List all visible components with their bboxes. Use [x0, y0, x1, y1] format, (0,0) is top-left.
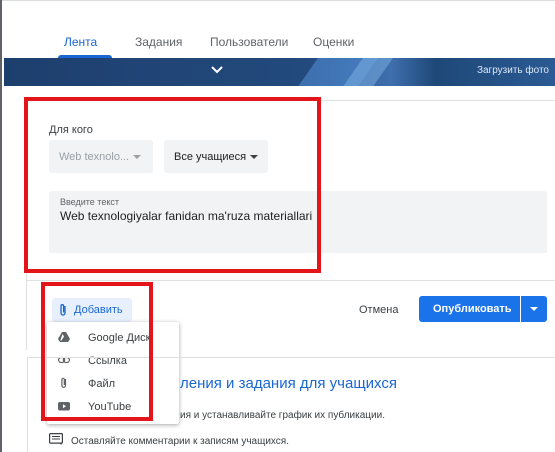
- tab-people[interactable]: Пользователи: [210, 35, 288, 49]
- form-divider: [27, 280, 555, 281]
- highlight-box-form: [24, 97, 321, 273]
- publish-options-button[interactable]: [521, 296, 547, 322]
- welcome-text-2: Оставляйте комментарии к записям учащихс…: [71, 436, 289, 447]
- chevron-down-icon[interactable]: [209, 62, 225, 78]
- welcome-text-1: ия и устанавливайте график их публикации…: [180, 410, 385, 421]
- tab-stream[interactable]: Лента: [64, 35, 97, 49]
- highlight-box-attach: [41, 282, 153, 421]
- chevron-down-icon: [530, 307, 538, 311]
- upload-photo-link[interactable]: Загрузить фото: [477, 65, 549, 76]
- cancel-button[interactable]: Отмена: [359, 304, 398, 316]
- tab-classwork[interactable]: Задания: [135, 35, 182, 49]
- publish-button-label: Опубликовать: [433, 303, 512, 315]
- top-navigation: Лента Задания Пользователи Оценки: [2, 0, 555, 59]
- class-banner: Загрузить фото: [4, 58, 555, 86]
- classroom-window: Лента Задания Пользователи Оценки Загруз…: [0, 0, 555, 452]
- comment-icon: [49, 433, 63, 445]
- tab-grades[interactable]: Оценки: [313, 35, 354, 49]
- publish-button[interactable]: Опубликовать: [419, 296, 520, 322]
- welcome-heading: ления и задания для учащихся: [180, 375, 397, 392]
